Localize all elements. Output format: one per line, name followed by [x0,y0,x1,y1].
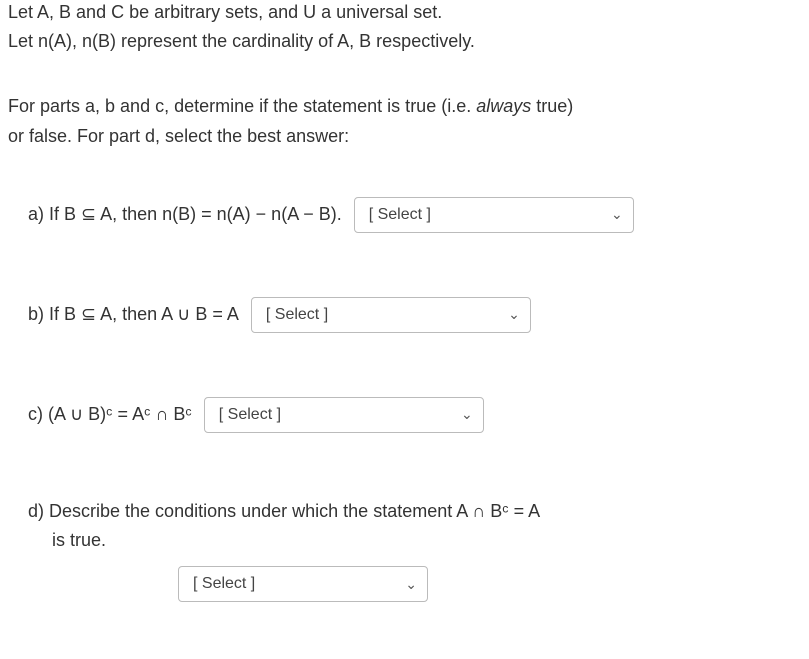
select-c[interactable]: [ Select ] ⌄ [204,397,484,433]
select-d[interactable]: [ Select ] ⌄ [178,566,428,602]
select-a[interactable]: [ Select ] ⌄ [354,197,634,233]
question-c-row: c) (A ∪ B)ᶜ = Aᶜ ∩ Bᶜ [ Select ] ⌄ [8,397,801,433]
question-c-text: c) (A ∪ B)ᶜ = Aᶜ ∩ Bᶜ [28,404,192,425]
intro-line-2: Let n(A), n(B) represent the cardinality… [8,29,801,54]
chevron-down-icon: ⌄ [405,576,417,593]
chevron-down-icon: ⌄ [461,406,473,423]
instructions-pre: For parts a, b and c, determine if the s… [8,96,476,116]
intro-line-1: Let A, B and C be arbitrary sets, and U … [8,0,801,25]
question-d-row: d) Describe the conditions under which t… [8,497,801,603]
select-d-label: [ Select ] [193,575,255,593]
select-a-label: [ Select ] [369,206,431,224]
instructions-italic: always [476,96,531,116]
question-d-text: d) Describe the conditions under which t… [28,497,801,555]
question-b-text: b) If B ⊆ A, then A ∪ B = A [28,304,239,325]
question-a-text: a) If B ⊆ A, then n(B) = n(A) − n(A − B)… [28,204,342,225]
chevron-down-icon: ⌄ [508,306,520,323]
select-b[interactable]: [ Select ] ⌄ [251,297,531,333]
question-d-line1: d) Describe the conditions under which t… [28,501,540,521]
chevron-down-icon: ⌄ [611,206,623,223]
select-b-label: [ Select ] [266,306,328,324]
instructions-post: true) [531,96,573,116]
question-b-row: b) If B ⊆ A, then A ∪ B = A [ Select ] ⌄ [8,297,801,333]
instructions-line-2: or false. For part d, select the best an… [8,124,801,149]
question-a-row: a) If B ⊆ A, then n(B) = n(A) − n(A − B)… [8,197,801,233]
instructions-line-1: For parts a, b and c, determine if the s… [8,94,801,119]
select-c-label: [ Select ] [219,406,281,424]
question-d-line2: is true. [28,526,801,555]
